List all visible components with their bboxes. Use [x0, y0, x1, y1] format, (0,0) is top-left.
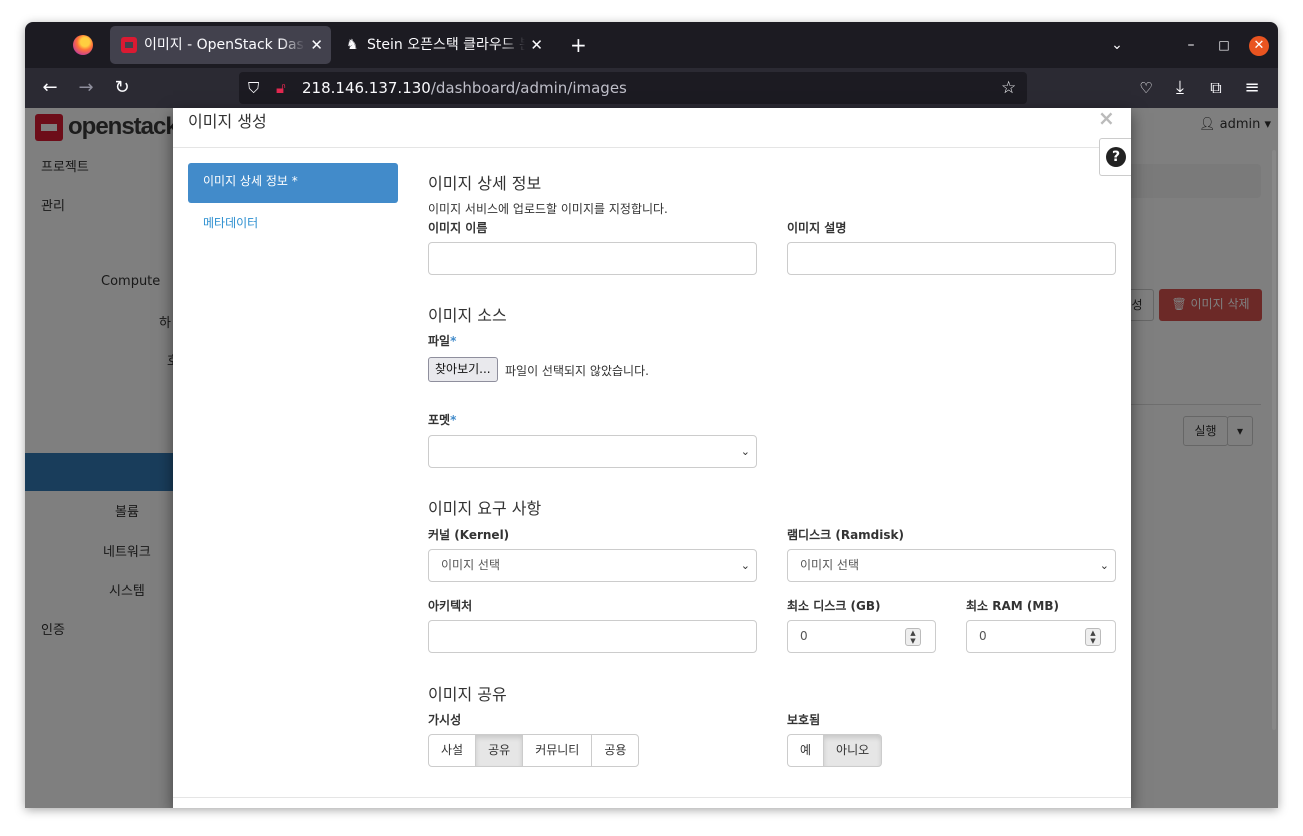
url-host: 218.146.137.130: [302, 79, 431, 97]
step-image-details[interactable]: 이미지 상세 정보 *: [188, 163, 398, 203]
person-favicon-icon: ♞: [346, 37, 359, 53]
details-hint: 이미지 서비스에 업로드할 이미지를 지정합니다.: [428, 202, 668, 216]
question-circle-icon: ?: [1106, 147, 1126, 167]
step-metadata[interactable]: 메타데이터: [203, 214, 258, 231]
help-button[interactable]: ?: [1099, 138, 1131, 176]
create-image-modal: 이미지 생성 × ? 이미지 상세 정보 * 메타데이터 이미지 상세 정보 이…: [173, 106, 1131, 808]
insecure-lock-icon[interactable]: 🔓︎: [276, 77, 286, 99]
browser-window: 이미지 - OpenStack Dashboard ✕ ♞ Stein 오픈스택…: [25, 22, 1278, 808]
modal-close-icon[interactable]: ×: [1098, 106, 1115, 130]
required-marker: *: [450, 413, 457, 427]
image-description-label: 이미지 설명: [787, 221, 847, 235]
tab-close-icon[interactable]: ✕: [310, 26, 323, 64]
tab-title: 이미지 - OpenStack Dashboard: [144, 37, 305, 53]
tab-bar: 이미지 - OpenStack Dashboard ✕ ♞ Stein 오픈스택…: [25, 22, 1278, 68]
reload-icon[interactable]: ↻: [109, 76, 135, 100]
visibility-option-public[interactable]: 공용: [591, 734, 640, 767]
page-content: openstack 👤︎ admin ▾ 프로젝트 관리 Compute 하 호…: [25, 106, 1278, 808]
min-disk-input[interactable]: 0 ▲ ▼: [787, 620, 936, 653]
section-heading-sharing: 이미지 공유: [428, 685, 507, 704]
min-disk-label: 최소 디스크 (GB): [787, 599, 881, 613]
firefox-menu-icon[interactable]: [73, 35, 93, 55]
window-close-button[interactable]: ✕: [1249, 36, 1269, 56]
format-select[interactable]: ⌄: [428, 435, 757, 468]
spinner-arrows-icon[interactable]: ▲ ▼: [905, 628, 921, 646]
minimize-button[interactable]: –: [1180, 34, 1202, 56]
chevron-down-icon: ⌄: [740, 445, 750, 458]
protected-option-yes[interactable]: 예: [787, 734, 825, 767]
downloads-icon[interactable]: ⤓: [1167, 76, 1193, 100]
visibility-button-group: 사설 공유 커뮤니티 공용: [428, 734, 640, 767]
chevron-down-icon: ⌄: [1099, 559, 1109, 572]
visibility-option-community[interactable]: 커뮤니티: [522, 734, 593, 767]
format-label: 포멧*: [428, 411, 456, 428]
ramdisk-select[interactable]: 이미지 선택 ⌄: [787, 549, 1116, 582]
architecture-input[interactable]: [428, 620, 757, 653]
protected-label: 보호됨: [787, 713, 821, 727]
no-file-text: 파일이 선택되지 않았습니다.: [505, 364, 649, 378]
min-disk-value: 0: [800, 629, 808, 643]
browse-file-button[interactable]: 찾아보기...: [428, 357, 498, 382]
visibility-option-shared[interactable]: 공유: [475, 734, 524, 767]
shield-icon[interactable]: ⛉: [248, 77, 259, 99]
openstack-favicon-icon: [121, 37, 137, 53]
section-heading-source: 이미지 소스: [428, 306, 507, 325]
modal-title: 이미지 생성: [188, 112, 267, 131]
tab-close-icon[interactable]: ✕: [530, 26, 543, 64]
image-description-input[interactable]: [787, 242, 1116, 275]
min-ram-input[interactable]: 0 ▲ ▼: [966, 620, 1116, 653]
section-heading-requirements: 이미지 요구 사항: [428, 499, 542, 518]
section-heading-details: 이미지 상세 정보: [428, 174, 542, 193]
url-path: /dashboard/admin/images: [430, 79, 627, 97]
visibility-label: 가시성: [428, 713, 462, 727]
modal-header-divider: [173, 147, 1131, 148]
url-bar[interactable]: ⛉ 🔓︎ 218.146.137.130/dashboard/admin/ima…: [239, 72, 1027, 104]
app-menu-icon[interactable]: ≡: [1239, 76, 1265, 100]
spinner-arrows-icon[interactable]: ▲ ▼: [1085, 628, 1101, 646]
image-name-input[interactable]: [428, 242, 757, 275]
chevron-down-icon: ⌄: [740, 559, 750, 572]
forward-arrow-icon[interactable]: →: [73, 76, 99, 100]
navigation-bar: ← → ↻ ⛉ 🔓︎ 218.146.137.130/dashboard/adm…: [25, 68, 1278, 108]
format-label-text: 포멧: [428, 413, 451, 427]
tab-openstack[interactable]: 이미지 - OpenStack Dashboard ✕: [110, 26, 331, 64]
kernel-select-value: 이미지 선택: [441, 558, 501, 572]
file-label: 파일*: [428, 332, 456, 349]
protected-option-no[interactable]: 아니오: [823, 734, 883, 767]
url-text[interactable]: 218.146.137.130/dashboard/admin/images: [302, 77, 627, 99]
ramdisk-label: 램디스크 (Ramdisk): [787, 528, 904, 542]
ramdisk-select-value: 이미지 선택: [800, 558, 860, 572]
file-label-text: 파일: [428, 334, 451, 348]
pocket-icon[interactable]: ♡: [1133, 76, 1159, 100]
tab-list-chevron-icon[interactable]: ⌄: [1106, 34, 1128, 56]
image-name-label: 이미지 이름: [428, 221, 488, 235]
kernel-select[interactable]: 이미지 선택 ⌄: [428, 549, 757, 582]
page-scrollbar[interactable]: [1272, 150, 1276, 730]
back-arrow-icon[interactable]: ←: [37, 76, 63, 100]
architecture-label: 아키텍처: [428, 599, 473, 613]
new-tab-button[interactable]: +: [570, 32, 587, 58]
required-marker: *: [450, 334, 457, 348]
tab-stein-article[interactable]: ♞ Stein 오픈스택 클라우드 분석 ✕: [339, 26, 551, 64]
extensions-icon[interactable]: ⧉: [1203, 76, 1229, 100]
protected-button-group: 예 아니오: [787, 734, 883, 767]
maximize-button[interactable]: □: [1213, 34, 1235, 56]
kernel-label: 커널 (Kernel): [428, 528, 510, 542]
min-ram-value: 0: [979, 629, 987, 643]
modal-footer-divider: [173, 797, 1131, 798]
min-ram-label: 최소 RAM (MB): [966, 599, 1059, 613]
bookmark-star-icon[interactable]: ☆: [1001, 77, 1016, 99]
visibility-option-private[interactable]: 사설: [428, 734, 477, 767]
tab-title: Stein 오픈스택 클라우드 분석: [367, 37, 525, 53]
